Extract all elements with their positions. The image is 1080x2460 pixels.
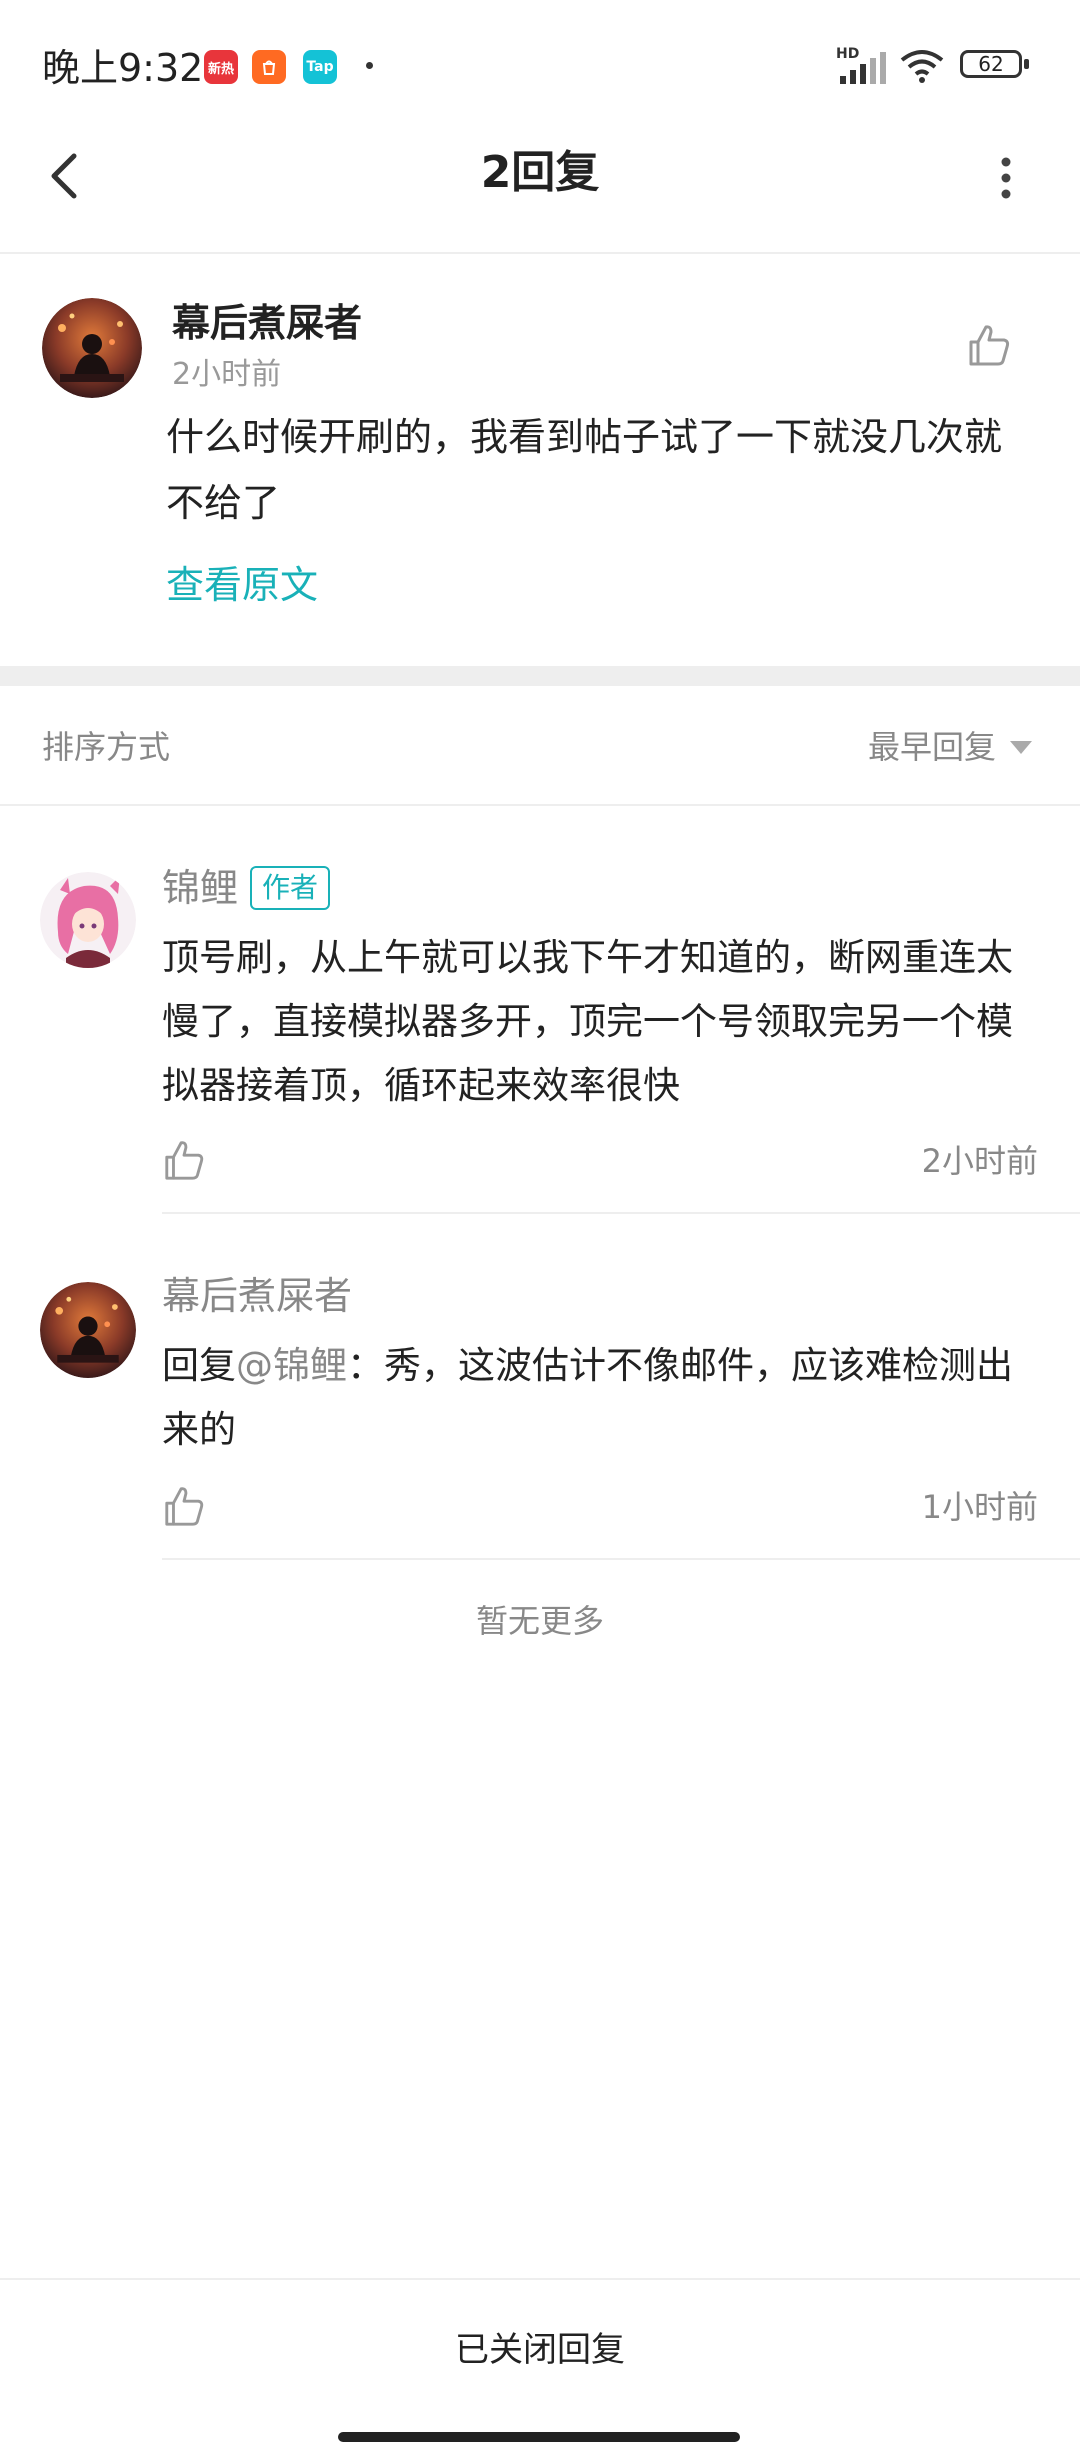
avatar-image bbox=[42, 298, 142, 398]
sort-divider bbox=[0, 804, 1080, 806]
reply-text: 回复@锦鲤：秀，这波估计不像邮件，应该难检测出来的 bbox=[162, 1334, 1042, 1462]
taptap-icon: Tap bbox=[303, 50, 337, 84]
sort-label: 排序方式 bbox=[42, 728, 171, 766]
header-divider bbox=[0, 252, 1080, 254]
thumbs-up-icon bbox=[165, 1141, 204, 1180]
battery-icon: 62 bbox=[960, 50, 1032, 82]
home-indicator[interactable] bbox=[338, 2432, 740, 2442]
sort-value: 最早回复 bbox=[868, 728, 997, 766]
reply-divider bbox=[162, 1212, 1080, 1214]
avatar[interactable] bbox=[40, 872, 136, 968]
thumbs-up-icon bbox=[165, 1487, 204, 1526]
news-app-icon: 新热 bbox=[204, 50, 238, 84]
reply-divider bbox=[162, 1558, 1080, 1560]
view-original-link[interactable]: 查看原文 bbox=[166, 552, 318, 618]
mention-link[interactable]: @锦鲤 bbox=[236, 1344, 347, 1387]
like-button[interactable] bbox=[966, 322, 1012, 368]
reply-time: 1小时前 bbox=[921, 1488, 1038, 1526]
avatar-image bbox=[40, 872, 136, 968]
wifi-icon bbox=[898, 46, 946, 86]
post-author[interactable]: 幕后煮屎者 bbox=[172, 296, 362, 350]
reply-text: 顶号刷，从上午就可以我下午才知道的，断网重连太慢了，直接模拟器多开，顶完一个号领… bbox=[162, 936, 1013, 1107]
status-time: 晚上9:32 bbox=[42, 46, 204, 90]
like-button[interactable] bbox=[162, 1138, 206, 1182]
post-text: 什么时候开刷的，我看到帖子试了一下就没几次就不给了 bbox=[166, 415, 1003, 525]
no-more-text: 暂无更多 bbox=[475, 1602, 604, 1640]
signal-icon: HD bbox=[836, 46, 890, 86]
notification-dot-icon bbox=[366, 62, 373, 69]
avatar-image bbox=[40, 1282, 136, 1378]
section-divider bbox=[0, 666, 1080, 686]
caret-down-icon bbox=[1010, 740, 1033, 754]
avatar[interactable] bbox=[42, 298, 142, 398]
thumbs-up-icon bbox=[969, 325, 1010, 366]
page-title: 2回复 bbox=[480, 147, 600, 198]
avatar[interactable] bbox=[40, 1282, 136, 1378]
sort-select[interactable]: 最早回复 bbox=[868, 722, 1033, 772]
closed-reply-text: 已关闭回复 bbox=[455, 2330, 625, 2370]
mi-store-icon bbox=[252, 50, 286, 84]
bottom-divider bbox=[0, 2278, 1080, 2280]
like-button[interactable] bbox=[162, 1484, 206, 1528]
reply-prefix: 回复 bbox=[162, 1344, 236, 1387]
battery-level: 62 bbox=[960, 50, 1022, 78]
more-options-button[interactable] bbox=[982, 146, 1032, 206]
more-vertical-icon bbox=[1001, 157, 1011, 199]
post-time: 2小时前 bbox=[172, 357, 282, 392]
reply-author[interactable]: 锦鲤 bbox=[162, 860, 238, 916]
reply-author[interactable]: 幕后煮屎者 bbox=[162, 1268, 352, 1324]
reply-time: 2小时前 bbox=[921, 1142, 1038, 1180]
author-badge: 作者 bbox=[250, 866, 331, 910]
